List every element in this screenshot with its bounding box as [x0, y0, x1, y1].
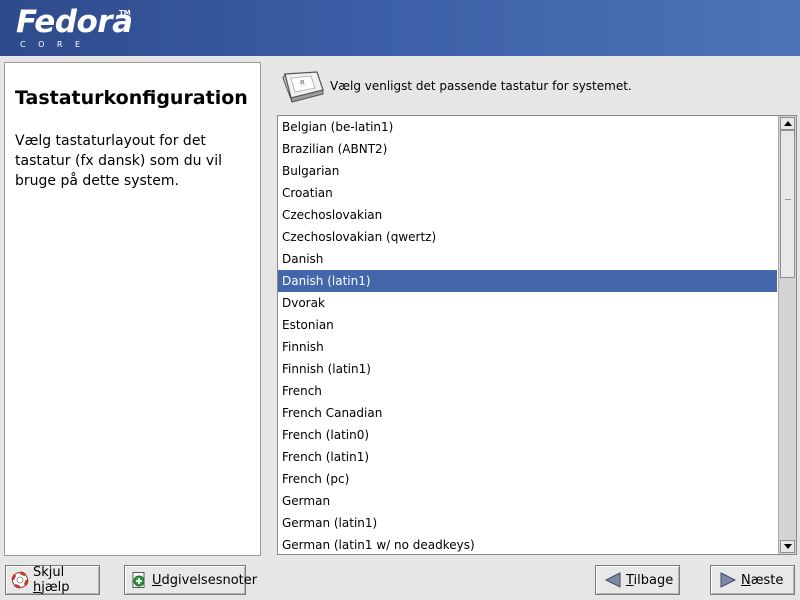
scrollbar-thumb[interactable] — [780, 130, 795, 278]
help-body-text: Vælg tastaturlayout for det tastatur (fx… — [15, 133, 222, 189]
header-banner: Fedora TM CORE — [0, 0, 800, 56]
list-item[interactable]: Finnish (latin1) — [278, 358, 777, 380]
arrow-right-icon — [719, 571, 737, 589]
list-scrollbar[interactable] — [778, 116, 796, 554]
instruction-text: Vælg venligst det passende tastatur for … — [330, 79, 632, 93]
keyboard-layout-list[interactable]: Belgian (be-latin1) Brazilian (ABNT2) Bulg… — [277, 115, 797, 555]
fedora-logo: Fedora TM CORE — [16, 4, 133, 49]
list-item[interactable]: German (latin1) — [278, 512, 777, 534]
list-item[interactable]: French (latin1) — [278, 446, 777, 468]
back-label: Tilbage — [626, 572, 674, 588]
logo-wordmark: Fedora — [16, 4, 133, 40]
hide-help-label: Skjul hjælp — [33, 565, 70, 595]
list-item[interactable]: Danish — [278, 248, 777, 270]
list-item[interactable]: Danish (latin1) — [278, 270, 777, 292]
list-item[interactable]: French — [278, 380, 777, 402]
list-item[interactable]: Croatian — [278, 182, 777, 204]
release-notes-button[interactable]: Udgivelsesnoter — [124, 565, 257, 595]
arrow-left-icon — [604, 571, 622, 589]
next-label: Næste — [741, 572, 784, 588]
list-item[interactable]: German (latin1 w/ no deadkeys) — [278, 534, 777, 554]
list-item[interactable]: Czechoslovakian — [278, 204, 777, 226]
list-item[interactable]: Estonian — [278, 314, 777, 336]
lifebuoy-icon — [11, 571, 29, 589]
list-item[interactable]: Czechoslovakian (qwertz) — [278, 226, 777, 248]
back-button[interactable]: Tilbage — [595, 565, 680, 595]
help-title: Tastaturkonfiguration — [15, 87, 248, 109]
scroll-up-button[interactable] — [780, 117, 795, 130]
svg-text:R: R — [300, 79, 305, 87]
list-item[interactable]: French (pc) — [278, 468, 777, 490]
next-button[interactable]: Næste — [710, 565, 795, 595]
keyboard-list-items: Belgian (be-latin1) Brazilian (ABNT2) Bulg… — [278, 116, 777, 554]
arrow-down-icon — [784, 544, 792, 549]
list-item[interactable]: German — [278, 490, 777, 512]
list-item[interactable]: French Canadian — [278, 402, 777, 424]
logo-subtitle: CORE — [20, 40, 93, 49]
list-item[interactable]: Finnish — [278, 336, 777, 358]
logo-trademark: TM — [119, 9, 131, 17]
list-item[interactable]: Brazilian (ABNT2) — [278, 138, 777, 160]
scroll-down-button[interactable] — [780, 540, 795, 553]
arrow-up-icon — [784, 121, 792, 126]
release-notes-label: Udgivelsesnoter — [152, 572, 258, 588]
list-item[interactable]: Bulgarian — [278, 160, 777, 182]
list-item[interactable]: French (latin0) — [278, 424, 777, 446]
hide-help-button[interactable]: Skjul hjælp — [5, 565, 100, 595]
scrollbar-grip — [785, 199, 791, 212]
help-panel: Tastaturkonfiguration Vælg tastaturlayou… — [4, 62, 261, 556]
list-item[interactable]: Belgian (be-latin1) — [278, 116, 777, 138]
keyboard-key-icon: R — [277, 68, 325, 106]
release-notes-icon — [130, 571, 148, 589]
list-item[interactable]: Dvorak — [278, 292, 777, 314]
